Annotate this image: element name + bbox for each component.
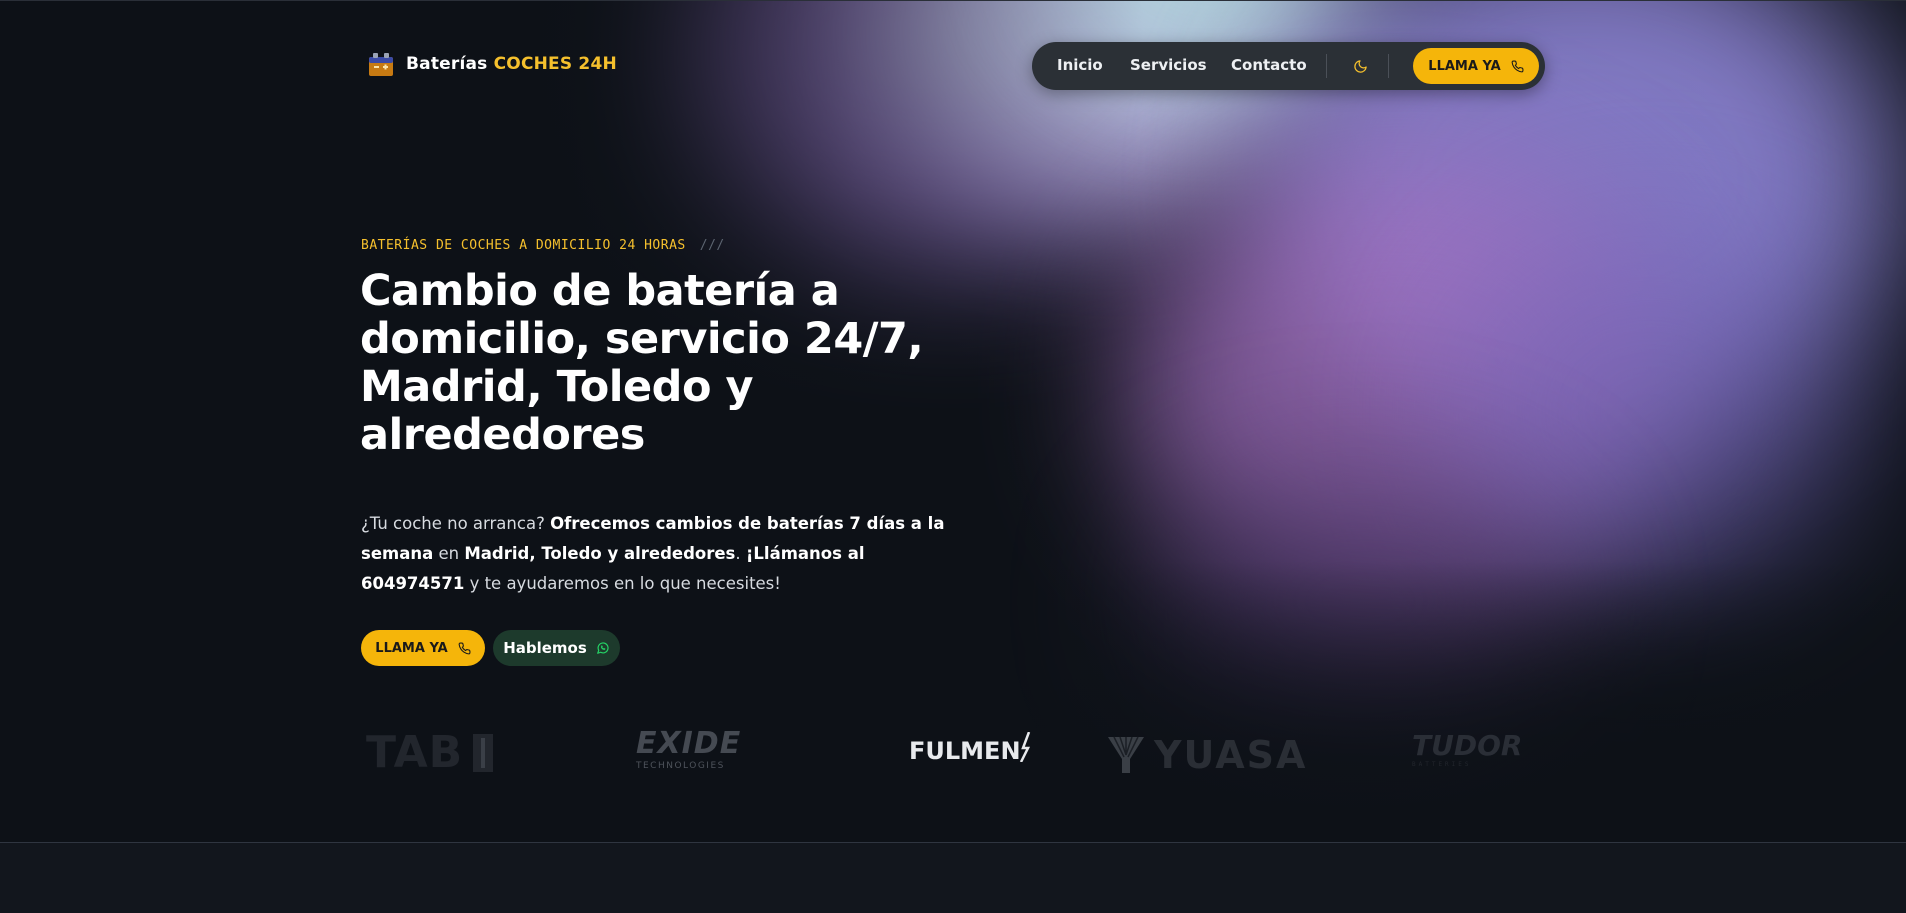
- battery-icon: [369, 53, 393, 76]
- moon-icon: [1353, 59, 1367, 73]
- nav-divider: [1388, 54, 1389, 78]
- yuasa-mark-icon: [1108, 736, 1144, 773]
- nav-divider: [1326, 54, 1327, 78]
- hero-title: Cambio de batería a domicilio, servicio …: [360, 266, 924, 460]
- desc-highlight: Madrid, Toledo y alrededores: [464, 544, 736, 563]
- eyebrow-slashes: ///: [699, 238, 725, 253]
- next-section: [0, 843, 1906, 913]
- brand-fulmen-name: FULMEN: [909, 737, 1021, 765]
- brand-exide-name: EXIDE: [636, 726, 742, 761]
- brand-tudor-sub: BATTERIES: [1412, 761, 1472, 768]
- phone-icon: [1511, 60, 1524, 72]
- brand-exide-sub: TECHNOLOGIES: [636, 761, 725, 771]
- hero-eyebrow: BATERÍAS DE COCHES A DOMICILIO 24 HORAS …: [361, 238, 725, 253]
- theme-toggle[interactable]: [1348, 54, 1372, 78]
- phone-icon: [458, 642, 471, 654]
- brand-logo-fulmen: FULMEN: [909, 732, 1033, 765]
- desc-text: y te ayudaremos en lo que necesites!: [464, 574, 781, 593]
- main-nav: Inicio Servicios Contacto LLAMA YA: [1032, 42, 1545, 90]
- desc-text: ¿Tu coche no arranca?: [361, 514, 551, 533]
- call-now-nav-button[interactable]: LLAMA YA: [1413, 48, 1539, 84]
- brand-logo-tab: TAB: [366, 727, 494, 778]
- whatsapp-icon: [596, 642, 609, 654]
- tab-mark-icon: [473, 733, 494, 772]
- chat-label: Hablemos: [503, 639, 587, 657]
- eyebrow-text: BATERÍAS DE COCHES A DOMICILIO 24 HORAS: [361, 238, 686, 253]
- whatsapp-chat-button[interactable]: Hablemos: [493, 630, 620, 666]
- page: Baterías COCHES 24H Inicio Servicios Con…: [0, 0, 1906, 913]
- brand-logo-yuasa: YUASA: [1106, 733, 1307, 777]
- brand-tab-name: TAB: [366, 727, 464, 778]
- logo-text: Baterías COCHES 24H: [406, 54, 617, 74]
- logo-accent: COCHES 24H: [493, 54, 617, 74]
- site-logo[interactable]: Baterías COCHES 24H: [366, 49, 617, 79]
- brand-tudor-name: TUDOR: [1412, 729, 1523, 762]
- nav-inicio[interactable]: Inicio: [1057, 56, 1103, 74]
- call-now-label: LLAMA YA: [1428, 58, 1501, 74]
- brand-yuasa-name: YUASA: [1154, 733, 1308, 777]
- brand-logo-exide: EXIDE TECHNOLOGIES: [636, 726, 742, 772]
- nav-servicios[interactable]: Servicios: [1130, 56, 1207, 74]
- logo-prefix: Baterías: [406, 54, 488, 74]
- desc-text: en: [433, 544, 465, 563]
- nav-contacto[interactable]: Contacto: [1231, 56, 1307, 74]
- call-now-button[interactable]: LLAMA YA: [361, 630, 485, 666]
- brand-logo-tudor: TUDOR BATTERIES: [1412, 729, 1523, 769]
- fulmen-bolt-icon: [1019, 732, 1030, 762]
- call-now-label: LLAMA YA: [375, 640, 448, 656]
- hero-description: ¿Tu coche no arranca? Ofrecemos cambios …: [361, 509, 961, 599]
- desc-text: .: [735, 544, 746, 563]
